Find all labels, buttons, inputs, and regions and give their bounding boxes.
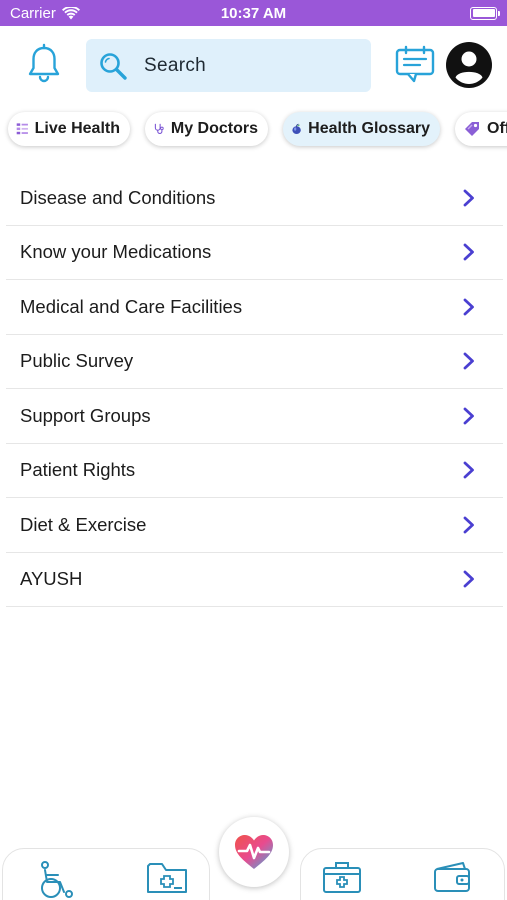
menu-item-label: Public Survey (20, 350, 134, 372)
heart-pulse-icon (235, 835, 273, 869)
chevron-right-icon (463, 461, 474, 479)
chip-live-health[interactable]: Live Health (8, 112, 130, 146)
chip-label: Off (487, 120, 507, 137)
medical-folder-icon[interactable] (146, 860, 188, 896)
menu-item-label: AYUSH (20, 568, 83, 590)
menu-item-support-groups[interactable]: Support Groups (6, 389, 503, 444)
menu-item-label: Diet & Exercise (20, 513, 147, 535)
chevron-right-icon (463, 516, 474, 534)
chevron-right-icon (463, 189, 474, 207)
tag-icon (465, 122, 479, 136)
carrier-label: Carrier (10, 4, 56, 22)
chevron-right-icon (463, 352, 474, 370)
menu-item-label: Medical and Care Facilities (20, 295, 243, 317)
chevron-right-icon (463, 570, 474, 588)
chat-icon[interactable] (394, 45, 436, 85)
chip-label: My Doctors (170, 120, 258, 137)
apple-icon (292, 123, 301, 135)
wallet-icon[interactable] (433, 861, 473, 895)
chip-health-glossary[interactable]: Health Glossary (283, 112, 440, 146)
menu-item-public-survey[interactable]: Public Survey (6, 335, 503, 389)
first-aid-kit-icon[interactable] (322, 860, 362, 894)
status-bar: Carrier 10:37 AM (0, 0, 507, 26)
menu-item-ayush[interactable]: AYUSH (6, 553, 503, 607)
search-icon (100, 52, 127, 80)
category-chips: Live Health My Doctors Health Glossary O… (0, 108, 507, 152)
status-time: 10:37 AM (220, 4, 287, 22)
chevron-right-icon (463, 407, 474, 425)
search-label: Search (144, 54, 207, 76)
top-header: Search (0, 26, 507, 106)
chip-offers[interactable]: Off (455, 112, 507, 146)
search-bar[interactable]: Search (86, 39, 371, 92)
health-home-button[interactable] (219, 817, 289, 887)
menu-item-medical-and-care-facilities[interactable]: Medical and Care Facilities (6, 280, 503, 335)
glossary-menu-list: Disease and Conditions Know your Medicat… (0, 171, 507, 607)
menu-item-label: Disease and Conditions (20, 186, 216, 208)
menu-item-disease-and-conditions[interactable]: Disease and Conditions (6, 171, 503, 226)
menu-item-diet-and-exercise[interactable]: Diet & Exercise (6, 498, 503, 553)
menu-item-patient-rights[interactable]: Patient Rights (6, 444, 503, 498)
menu-item-know-your-medications[interactable]: Know your Medications (6, 226, 503, 280)
menu-item-label: Support Groups (20, 404, 151, 426)
chip-label: Live Health (34, 120, 120, 137)
menu-item-label: Patient Rights (20, 459, 136, 481)
menu-item-label: Know your Medications (20, 241, 212, 263)
notification-bell-icon[interactable] (23, 43, 65, 85)
chip-label: Health Glossary (308, 120, 430, 137)
stethoscope-icon (154, 123, 164, 134)
wifi-icon (61, 6, 80, 19)
profile-avatar-icon[interactable] (445, 41, 493, 89)
battery-icon (470, 6, 500, 20)
status-left: Carrier (10, 5, 80, 22)
chevron-right-icon (463, 243, 474, 261)
list-icon (16, 123, 28, 135)
chevron-right-icon (463, 298, 474, 316)
chip-my-doctors[interactable]: My Doctors (145, 112, 268, 146)
wheelchair-icon[interactable] (36, 860, 76, 900)
